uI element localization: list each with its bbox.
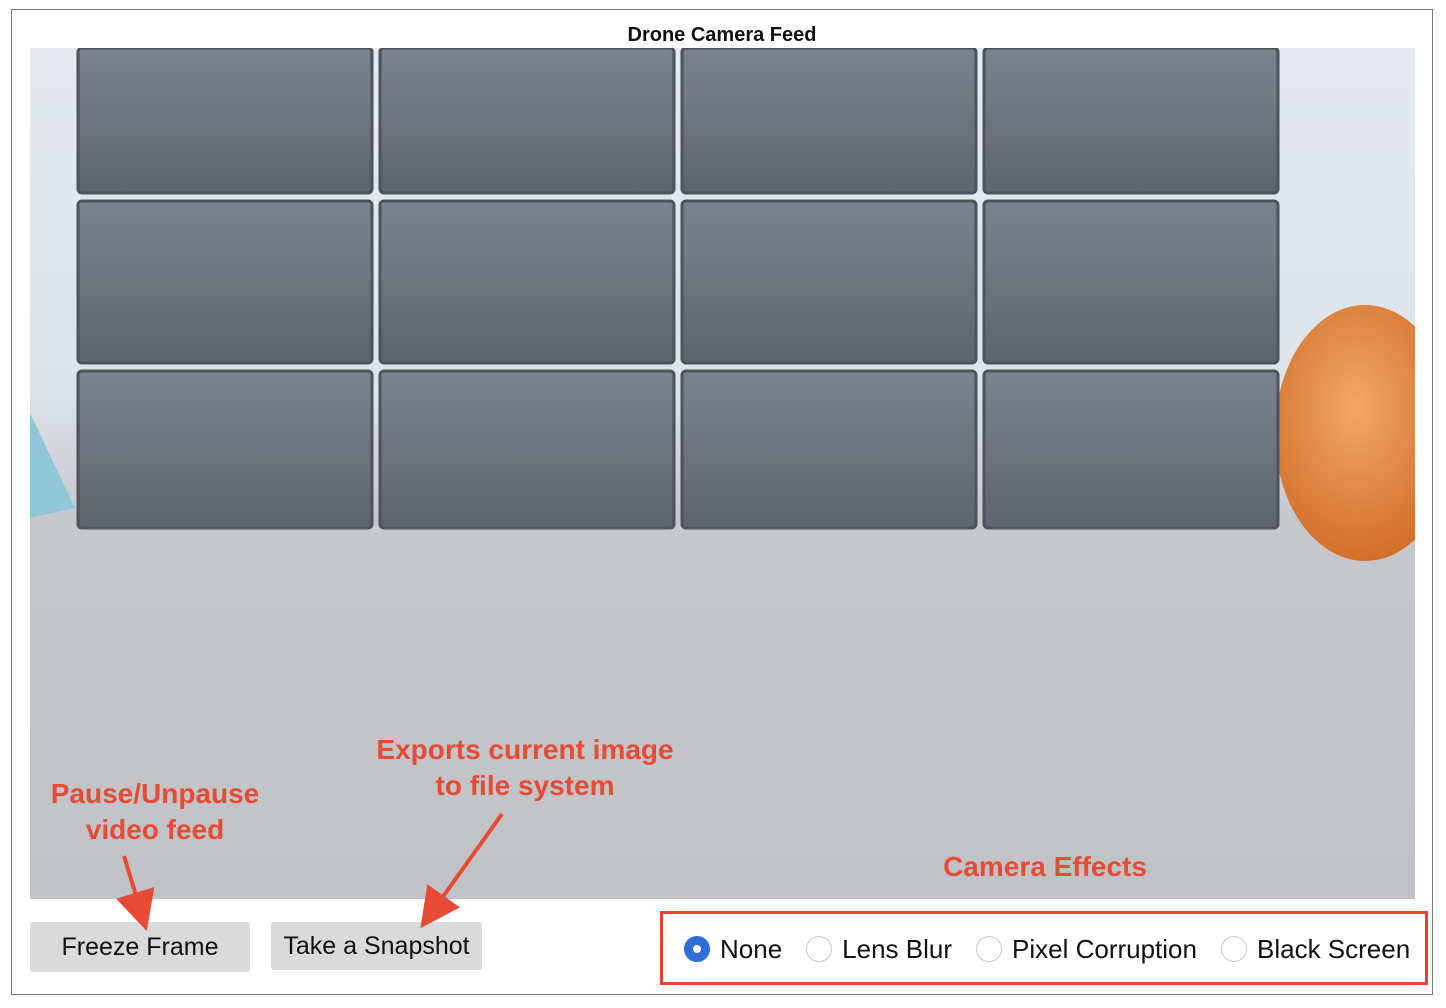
tile-wall: [76, 48, 1280, 530]
radio-label: Pixel Corruption: [1012, 933, 1197, 964]
radio-button-icon[interactable]: [684, 936, 710, 962]
radio-button-icon[interactable]: [976, 936, 1002, 962]
radio-none[interactable]: None: [684, 934, 782, 965]
snapshot-annotation: Exports current image to file system: [340, 732, 710, 804]
camera-feed-view: [30, 48, 1415, 899]
snapshot-annotation-line1: Exports current image: [376, 734, 674, 765]
wall-tile: [378, 369, 676, 530]
window-title: Drone Camera Feed: [627, 24, 817, 46]
snapshot-annotation-line2: to file system: [435, 770, 615, 801]
camera-scene-image: [30, 48, 1415, 561]
freeze-annotation-line2: video feed: [85, 814, 225, 845]
radio-button-icon[interactable]: [806, 936, 833, 962]
freeze-annotation: Pause/Unpause video feed: [30, 776, 280, 848]
wall-tile: [680, 199, 978, 365]
freeze-frame-button[interactable]: Freeze Frame: [30, 922, 250, 972]
radio-label: Black Screen: [1256, 933, 1411, 964]
radio-black-screen[interactable]: Black Screen: [1220, 933, 1411, 965]
radio-label: None: [720, 933, 783, 964]
wall-tile: [378, 199, 676, 365]
radio-label: Lens Blur: [842, 933, 952, 964]
radio-pixel-corruption[interactable]: Pixel Corruption: [976, 934, 1197, 965]
wall-tile: [76, 48, 374, 195]
take-snapshot-button[interactable]: Take a Snapshot: [271, 922, 482, 970]
wall-tile: [680, 48, 978, 195]
pyramid-shape: [30, 413, 75, 518]
camera-effects-radio-group: None Lens Blur Pixel Corruption Black Scree…: [684, 930, 1434, 968]
wall-tile: [982, 199, 1280, 365]
wall-tile: [680, 369, 978, 530]
orange-sphere: [1275, 305, 1415, 561]
effects-annotation: Camera Effects: [943, 851, 1147, 882]
wall-tile: [378, 48, 676, 195]
wall-tile: [982, 48, 1280, 195]
radio-lens-blur[interactable]: Lens Blur: [806, 934, 952, 965]
freeze-annotation-line1: Pause/Unpause: [50, 778, 260, 809]
radio-button-icon[interactable]: [1220, 936, 1247, 962]
wall-tile: [982, 369, 1280, 530]
wall-tile: [76, 369, 374, 530]
wall-tile: [76, 199, 374, 365]
